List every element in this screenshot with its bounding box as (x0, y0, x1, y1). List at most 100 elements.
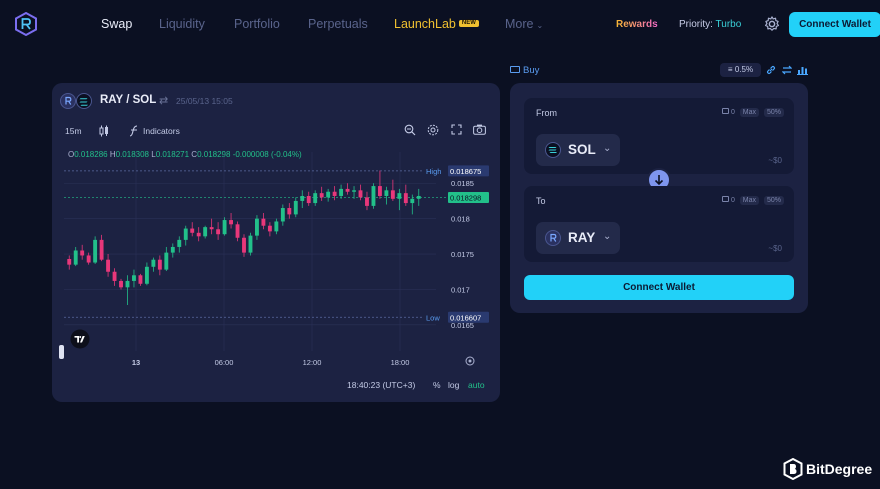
tradingview-logo[interactable] (70, 329, 90, 349)
priority-value: Turbo (715, 19, 742, 30)
candle-body (125, 280, 130, 288)
chart-toggle-icon[interactable] (797, 65, 808, 75)
candle-body (216, 229, 221, 235)
y-tick-label: 0.0175 (451, 250, 474, 259)
connect-wallet-button[interactable]: Connect Wallet (524, 275, 794, 300)
candle-body (229, 220, 233, 225)
candle (319, 186, 324, 201)
to-token-name: RAY (568, 230, 596, 245)
y-tick-label: 0.0185 (451, 179, 474, 188)
percent-toggle[interactable]: % (433, 380, 441, 390)
candle-body (416, 195, 421, 199)
candle-body (384, 190, 389, 196)
log-toggle[interactable]: log (448, 380, 459, 390)
candle-body (293, 200, 298, 215)
priority-label: Priority: (679, 19, 713, 30)
chevron-down-icon: ⌄ (603, 231, 612, 242)
candle (339, 184, 344, 199)
candle (293, 197, 298, 218)
candle-body (326, 191, 331, 198)
chart-options-icon[interactable] (465, 356, 475, 366)
candle (358, 184, 363, 201)
connect-wallet-button-top[interactable]: Connect Wallet (789, 12, 880, 37)
to-label: To (536, 196, 546, 206)
candle (177, 236, 182, 253)
nav-swap[interactable]: Swap (101, 17, 132, 31)
nav-more-label: More (505, 17, 534, 31)
candle-body (144, 266, 149, 284)
candle (345, 183, 350, 195)
chart-panel: RAY / SOL ⇄ 25/05/13 15:05 15m Indicator… (52, 83, 500, 402)
candle (397, 188, 402, 211)
to-token-select[interactable]: RAY ⌄ (536, 222, 620, 254)
slippage-button[interactable]: ≡ 0.5% (720, 63, 761, 77)
candle (203, 225, 208, 239)
candle (119, 278, 123, 290)
to-box: To 0 Max 50% RAY ⌄ ~$0 (524, 186, 794, 262)
from-tools: 0 Max 50% (721, 108, 784, 117)
candle (416, 188, 421, 206)
from-box: From 0 Max 50% SOL ⌄ ~$0 (524, 98, 794, 174)
to-half-button[interactable]: 50% (763, 196, 784, 205)
bitdegree-watermark: BitDegree (780, 458, 876, 482)
scroll-handle[interactable] (59, 345, 64, 359)
buy-tab-label: Buy (523, 65, 540, 76)
candle (86, 252, 91, 265)
candle (67, 255, 72, 270)
sol-icon (545, 142, 561, 158)
high-tag: High (426, 167, 441, 176)
swap-pair-icon[interactable]: ⇄ (159, 94, 168, 107)
from-max-button[interactable]: Max (739, 108, 760, 117)
candle (235, 221, 240, 242)
candle (371, 183, 376, 209)
candle (99, 234, 104, 262)
gear-icon[interactable] (763, 15, 781, 33)
nav-launchlab[interactable]: LaunchLab NEW (394, 17, 479, 31)
buy-tab[interactable]: Buy (510, 65, 539, 76)
tradingview-chart[interactable]: 15m Indicators O0.018286 H0.018308 L0.01… (52, 119, 500, 402)
to-usd-value: ~$0 (768, 244, 782, 253)
candle (196, 227, 201, 242)
from-half-button[interactable]: 50% (763, 108, 784, 117)
ray-icon (545, 230, 561, 246)
candle (365, 191, 369, 211)
swap-settings-icon[interactable] (782, 65, 792, 75)
candle (138, 273, 143, 286)
candle (300, 190, 305, 209)
link-icon[interactable] (766, 65, 776, 75)
from-token-select[interactable]: SOL ⌄ (536, 134, 620, 166)
candle-body (332, 191, 337, 196)
high-value: 0.018675 (450, 167, 481, 176)
nav-portfolio[interactable]: Portfolio (234, 17, 280, 31)
y-tick-label: 0.018 (451, 215, 470, 224)
nav-liquidity[interactable]: Liquidity (159, 17, 205, 31)
nav-more[interactable]: More ⌄ (505, 17, 543, 31)
rewards-link[interactable]: Rewards (616, 19, 658, 30)
x-tick-label: 13 (132, 358, 140, 367)
candle-body (371, 186, 376, 206)
candle-body (313, 193, 318, 204)
raydium-logo[interactable] (14, 12, 38, 36)
candle-body (403, 193, 408, 204)
candle-body (319, 193, 324, 198)
candle (287, 203, 292, 219)
candle (267, 222, 272, 237)
to-max-button[interactable]: Max (739, 196, 760, 205)
candle-body (358, 190, 363, 198)
candle (229, 212, 233, 229)
candle (164, 246, 169, 272)
candle (306, 191, 311, 206)
auto-toggle[interactable]: auto (468, 380, 485, 390)
candle-body (410, 198, 415, 204)
candle-body (339, 188, 344, 196)
candle-body (138, 275, 143, 284)
candle (93, 236, 98, 264)
from-balance: 0 (730, 109, 735, 116)
slippage-value: 0.5% (734, 65, 754, 74)
candle-body (345, 188, 350, 192)
nav-perpetuals[interactable]: Perpetuals (308, 17, 368, 31)
candlestick-chart[interactable]: 0.01850.0180.01750.0170.016513 06:00 12:00… (52, 119, 500, 402)
wallet-icon (721, 196, 729, 202)
candle (313, 190, 318, 206)
priority-setting[interactable]: Priority: Turbo (679, 19, 741, 30)
